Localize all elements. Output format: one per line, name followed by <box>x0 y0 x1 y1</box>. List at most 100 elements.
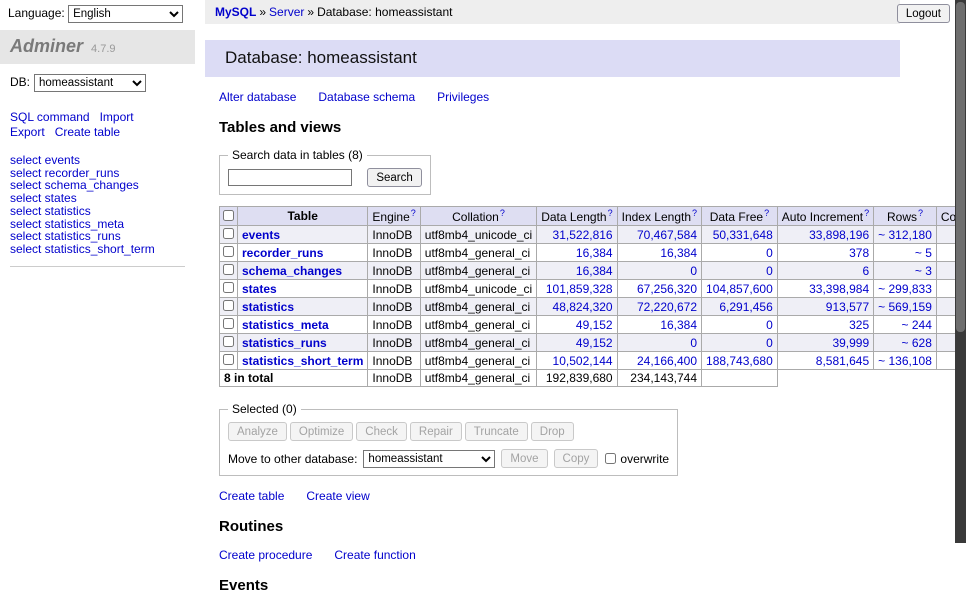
rows-link[interactable]: ~ 136,108 <box>878 354 932 368</box>
table-name-link[interactable]: recorder_runs <box>242 246 323 260</box>
table-name-link[interactable]: states <box>242 282 277 296</box>
rows-link[interactable]: ~ 312,180 <box>878 228 932 242</box>
table-name-link[interactable]: statistics_runs <box>242 336 327 350</box>
data-length-link[interactable]: 16,384 <box>576 264 613 278</box>
create-link[interactable]: Create view <box>306 489 369 503</box>
table-name-link[interactable]: schema_changes <box>242 264 342 278</box>
index-length-link[interactable]: 70,467,584 <box>637 228 697 242</box>
bulk-action-button[interactable]: Drop <box>531 422 574 441</box>
index-length-link[interactable]: 16,384 <box>660 318 697 332</box>
data-length-link[interactable]: 48,824,320 <box>553 300 613 314</box>
language-select[interactable]: English <box>68 5 183 23</box>
table-name-cell: schema_changes <box>238 262 368 280</box>
row-checkbox[interactable] <box>223 300 234 311</box>
create-link[interactable]: Create table <box>219 489 284 503</box>
help-link[interactable]: ? <box>764 208 769 218</box>
routine-link[interactable]: Create procedure <box>219 548 312 562</box>
table-name-link[interactable]: statistics_short_term <box>242 354 363 368</box>
row-checkbox[interactable] <box>223 318 234 329</box>
breadcrumb-mysql-link[interactable]: MySQL <box>215 5 256 19</box>
table-name-link[interactable]: events <box>242 228 280 242</box>
logout-button[interactable]: Logout <box>897 4 950 23</box>
auto-increment-link[interactable]: 913,577 <box>826 300 869 314</box>
db-label: DB: <box>10 75 30 89</box>
db-select[interactable]: homeassistant <box>34 74 146 92</box>
auto-increment-link[interactable]: 33,398,984 <box>809 282 869 296</box>
table-name-link[interactable]: statistics_meta <box>242 318 329 332</box>
search-input[interactable] <box>228 169 352 186</box>
index-length-link[interactable]: 0 <box>690 264 697 278</box>
overwrite-checkbox[interactable] <box>605 453 616 464</box>
auto-increment-link[interactable]: 6 <box>862 264 869 278</box>
data-free-link[interactable]: 188,743,680 <box>706 354 773 368</box>
copy-button[interactable]: Copy <box>554 449 599 468</box>
data-length-link[interactable]: 31,522,816 <box>553 228 613 242</box>
index-length-link[interactable]: 67,256,320 <box>637 282 697 296</box>
data-length-link[interactable]: 101,859,328 <box>546 282 613 296</box>
rows-link[interactable]: ~ 569,159 <box>878 300 932 314</box>
sidebar-table-link[interactable]: select statistics <box>10 205 185 218</box>
data-free-link[interactable]: 6,291,456 <box>719 300 772 314</box>
rows-link[interactable]: ~ 3 <box>915 264 932 278</box>
auto-increment-link[interactable]: 33,898,196 <box>809 228 869 242</box>
help-link[interactable]: ? <box>864 208 869 218</box>
index-length-link[interactable]: 0 <box>690 336 697 350</box>
index-length-link[interactable]: 24,166,400 <box>637 354 697 368</box>
help-link[interactable]: ? <box>608 208 613 218</box>
rows-link[interactable]: ~ 244 <box>902 318 932 332</box>
database-nav-link[interactable]: Database schema <box>318 90 415 104</box>
bulk-action-button[interactable]: Check <box>356 422 407 441</box>
data-free-link[interactable]: 0 <box>766 318 773 332</box>
row-checkbox[interactable] <box>223 264 234 275</box>
row-checkbox[interactable] <box>223 336 234 347</box>
auto-increment-link[interactable]: 378 <box>849 246 869 260</box>
index-length-link[interactable]: 16,384 <box>660 246 697 260</box>
routine-link[interactable]: Create function <box>334 548 415 562</box>
move-button[interactable]: Move <box>501 449 547 468</box>
bulk-action-button[interactable]: Analyze <box>228 422 287 441</box>
index-length-link[interactable]: 72,220,672 <box>637 300 697 314</box>
rows-link[interactable]: ~ 299,833 <box>878 282 932 296</box>
row-checkbox[interactable] <box>223 228 234 239</box>
data-length-link[interactable]: 10,502,144 <box>553 354 613 368</box>
move-db-select[interactable]: homeassistant <box>363 450 495 468</box>
help-link[interactable]: ? <box>411 208 416 218</box>
sidebar-table-link[interactable]: select statistics_short_term <box>10 243 185 256</box>
data-free-link[interactable]: 0 <box>766 336 773 350</box>
sidebar-action-link[interactable]: Export <box>10 125 45 140</box>
sidebar-action-link[interactable]: Import <box>100 110 134 125</box>
vertical-scrollbar[interactable] <box>955 0 966 543</box>
search-button[interactable]: Search <box>367 168 421 187</box>
data-free-link[interactable]: 104,857,600 <box>706 282 773 296</box>
data-length-link[interactable]: 16,384 <box>576 246 613 260</box>
data-free-link[interactable]: 0 <box>766 246 773 260</box>
help-link[interactable]: ? <box>692 208 697 218</box>
bulk-action-button[interactable]: Repair <box>410 422 462 441</box>
auto-increment-link[interactable]: 39,999 <box>832 336 869 350</box>
bulk-action-button[interactable]: Truncate <box>465 422 528 441</box>
database-nav-link[interactable]: Privileges <box>437 90 489 104</box>
select-all-checkbox[interactable] <box>223 210 234 221</box>
help-link[interactable]: ? <box>918 208 923 218</box>
row-checkbox[interactable] <box>223 354 234 365</box>
bulk-action-button[interactable]: Optimize <box>290 422 353 441</box>
auto-increment-link[interactable]: 8,581,645 <box>816 354 869 368</box>
row-checkbox[interactable] <box>223 246 234 257</box>
rows-link[interactable]: ~ 628 <box>902 336 932 350</box>
sidebar-action-link[interactable]: SQL command <box>10 110 90 125</box>
table-name-link[interactable]: statistics <box>242 300 294 314</box>
sidebar-action-link[interactable]: Create table <box>55 125 120 140</box>
data-free-link[interactable]: 0 <box>766 264 773 278</box>
auto-increment-link[interactable]: 325 <box>849 318 869 332</box>
sidebar-table-link[interactable]: select states <box>10 192 185 205</box>
data-length-link[interactable]: 49,152 <box>576 336 613 350</box>
sidebar-table-link[interactable]: select events <box>10 154 185 167</box>
help-link[interactable]: ? <box>500 208 505 218</box>
scrollbar-thumb[interactable] <box>956 2 965 332</box>
data-free-link[interactable]: 50,331,648 <box>713 228 773 242</box>
database-nav-link[interactable]: Alter database <box>219 90 296 104</box>
breadcrumb-server-link[interactable]: Server <box>269 5 304 19</box>
rows-link[interactable]: ~ 5 <box>915 246 932 260</box>
data-length-link[interactable]: 49,152 <box>576 318 613 332</box>
row-checkbox[interactable] <box>223 282 234 293</box>
